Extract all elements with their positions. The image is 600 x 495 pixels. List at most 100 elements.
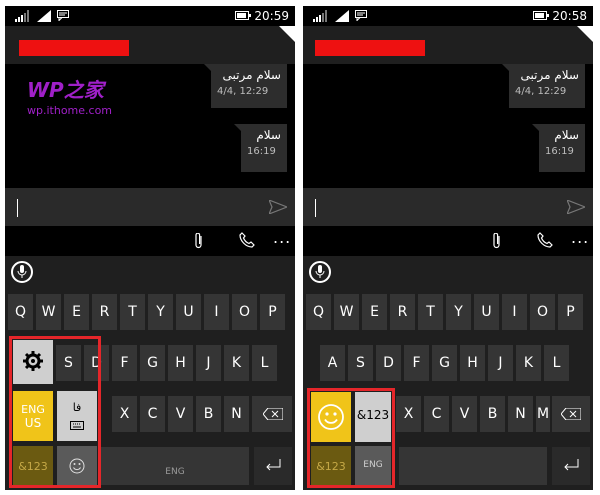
key[interactable]: H: [460, 345, 485, 381]
app-bar: ...: [5, 226, 295, 256]
key[interactable]: G: [432, 345, 457, 381]
message-time: 16:19: [247, 146, 276, 157]
key[interactable]: R: [92, 294, 117, 330]
key[interactable]: W: [334, 294, 359, 330]
key[interactable]: L: [544, 345, 569, 381]
key[interactable]: C: [424, 396, 449, 432]
key[interactable]: V: [168, 396, 193, 432]
key[interactable]: T: [120, 294, 145, 330]
attach-icon[interactable]: [491, 233, 503, 249]
key[interactable]: H: [168, 345, 193, 381]
key[interactable]: N: [508, 396, 533, 432]
backspace-key[interactable]: [552, 396, 590, 432]
call-icon[interactable]: [537, 232, 553, 248]
key[interactable]: X: [112, 396, 137, 432]
key[interactable]: I: [502, 294, 527, 330]
phone-screen-right: 20:58 سلام مرتبی 4/4, 12:29 سلام 16:19 .…: [303, 6, 593, 490]
highlight-frame: [9, 336, 101, 488]
key[interactable]: D: [376, 345, 401, 381]
call-icon[interactable]: [239, 232, 255, 248]
highlight-frame: [307, 388, 395, 488]
header-corner: [279, 26, 295, 42]
key[interactable]: J: [196, 345, 221, 381]
watermark: WP之家 wp.ithome.com: [27, 74, 112, 117]
key[interactable]: B: [196, 396, 221, 432]
key[interactable]: C: [140, 396, 165, 432]
microphone-button[interactable]: [11, 261, 33, 283]
backspace-key[interactable]: [254, 396, 292, 432]
microphone-button[interactable]: [309, 261, 331, 283]
backspace-icon: [561, 408, 581, 420]
key[interactable]: R: [390, 294, 415, 330]
conversation-header: [303, 26, 593, 64]
send-icon[interactable]: [269, 200, 287, 214]
key[interactable]: Y: [446, 294, 471, 330]
key[interactable]: F: [112, 345, 137, 381]
message-bubble: سلام 16:19: [532, 124, 585, 172]
message-bubble: سلام مرتبی 4/4, 12:29: [204, 64, 287, 108]
message-icon: [57, 10, 69, 21]
redacted-contact-name: [19, 40, 129, 56]
key[interactable]: K: [516, 345, 541, 381]
spacebar[interactable]: ENG: [101, 447, 249, 485]
signal-icon: [15, 10, 29, 22]
header-corner: [577, 26, 593, 42]
key[interactable]: W: [36, 294, 61, 330]
text-caret: [17, 199, 18, 217]
signal-icon: [313, 10, 327, 22]
key[interactable]: U: [176, 294, 201, 330]
message-time: 16:19: [545, 146, 574, 157]
key[interactable]: O: [530, 294, 555, 330]
message-bubble: سلام 16:19: [234, 124, 287, 172]
key[interactable]: A: [320, 345, 345, 381]
keyboard-suggestion-bar: [303, 256, 593, 290]
key[interactable]: Q: [306, 294, 331, 330]
key[interactable]: K: [224, 345, 249, 381]
spacebar[interactable]: [399, 447, 547, 485]
key[interactable]: I: [204, 294, 229, 330]
enter-icon: [266, 459, 281, 471]
more-icon[interactable]: ...: [571, 228, 589, 247]
key[interactable]: U: [474, 294, 499, 330]
key[interactable]: T: [418, 294, 443, 330]
key[interactable]: M: [536, 396, 550, 432]
key[interactable]: V: [452, 396, 477, 432]
key[interactable]: B: [480, 396, 505, 432]
key[interactable]: S: [348, 345, 373, 381]
message-bubble: سلام مرتبی 4/4, 12:29: [502, 64, 585, 108]
status-bar: 20:58: [303, 6, 593, 26]
key[interactable]: E: [362, 294, 387, 330]
conversation-header: [5, 26, 295, 64]
message-input[interactable]: [303, 188, 593, 226]
message-icon: [355, 10, 367, 21]
more-icon[interactable]: ...: [273, 228, 291, 247]
battery-icon: [533, 11, 549, 20]
status-time: 20:59: [254, 9, 289, 23]
enter-key[interactable]: [254, 447, 292, 485]
key[interactable]: G: [140, 345, 165, 381]
attach-icon[interactable]: [193, 233, 205, 249]
key[interactable]: Q: [8, 294, 33, 330]
keyboard: Q W E R T Y U I O P S D F G H J K L X C …: [5, 256, 295, 490]
keyboard-suggestion-bar: [5, 256, 295, 290]
battery-icon: [235, 11, 251, 20]
message-input[interactable]: [5, 188, 295, 226]
status-time: 20:58: [552, 9, 587, 23]
key[interactable]: O: [232, 294, 257, 330]
key[interactable]: P: [260, 294, 285, 330]
watermark-url: wp.ithome.com: [27, 104, 113, 117]
key[interactable]: X: [396, 396, 421, 432]
key[interactable]: J: [488, 345, 513, 381]
send-icon[interactable]: [567, 200, 585, 214]
key[interactable]: F: [404, 345, 429, 381]
key[interactable]: Y: [148, 294, 173, 330]
status-bar: 20:59: [5, 6, 295, 26]
key[interactable]: E: [64, 294, 89, 330]
enter-key[interactable]: [552, 447, 590, 485]
message-text: سلام مرتبی: [520, 68, 579, 82]
key[interactable]: L: [252, 345, 277, 381]
app-bar: ...: [303, 226, 593, 256]
keyboard: Q W E R T Y U I O P A S D F G H J K L X …: [303, 256, 593, 490]
key[interactable]: P: [558, 294, 583, 330]
key[interactable]: N: [224, 396, 249, 432]
